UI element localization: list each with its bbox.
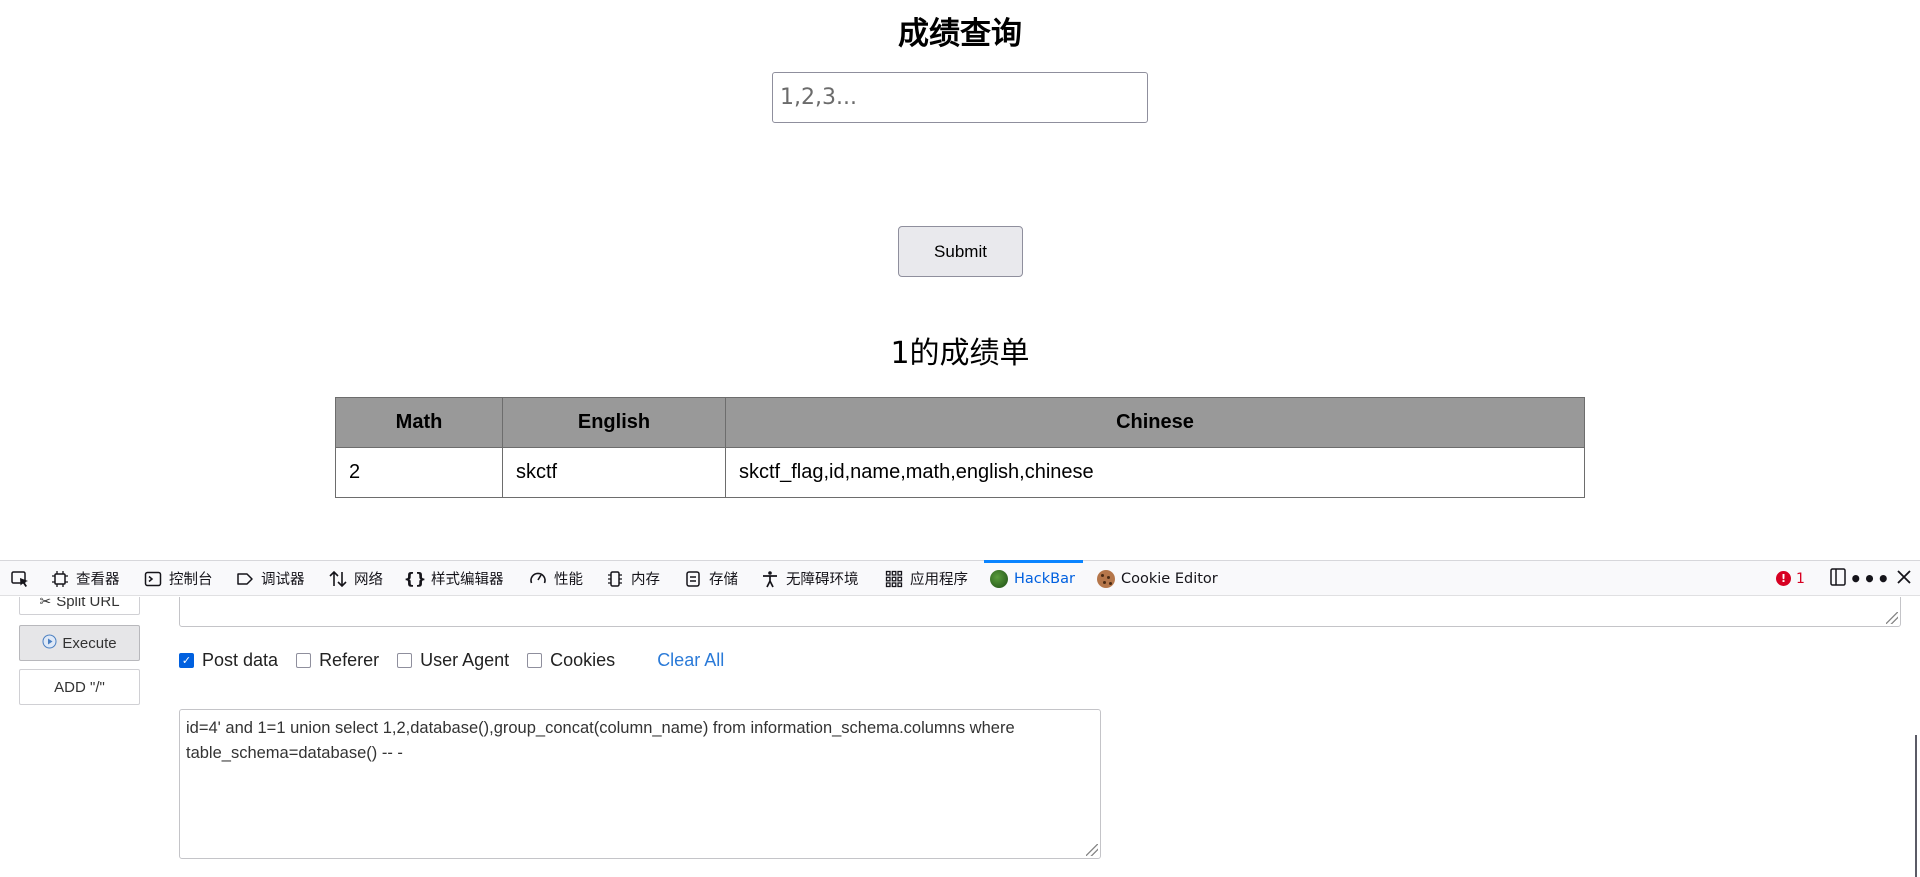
option-label: Referer [319,649,380,670]
tab-label: 应用程序 [910,572,968,588]
error-count: 1 [1796,570,1805,587]
responsive-design-icon [1828,567,1848,591]
tab-performance[interactable]: 性能 [528,561,583,596]
tab-hackbar[interactable]: HackBar [984,560,1083,596]
tab-cookie-editor[interactable]: Cookie Editor [1097,561,1218,596]
tab-label: 无障碍环境 [786,572,859,588]
cookie-icon [1097,569,1115,588]
resize-handle[interactable] [1886,612,1898,624]
option-label: Cookies [550,649,616,670]
more-icon: ••• [1849,566,1891,591]
tab-label: Cookie Editor [1121,570,1218,587]
accessibility-icon [760,569,780,589]
console-icon [143,569,163,589]
table-row: 2 skctf skctf_flag,id,name,math,english,… [335,447,1585,498]
tab-debugger[interactable]: 调试器 [235,561,305,596]
column-header-math: Math [335,397,503,448]
tab-style-editor[interactable]: {} 样式编辑器 [403,561,504,596]
user-agent-option[interactable]: User Agent [397,650,509,671]
table-header-row: Math English Chinese [335,397,1585,448]
tab-label: HackBar [1014,570,1075,587]
scores-table: Math English Chinese 2 skctf skctf_flag,… [335,397,1585,498]
tab-console[interactable]: 控制台 [143,561,213,596]
options-row: ✓ Post data Referer User Agent Cookies C… [179,648,724,672]
scrollbar[interactable] [1915,735,1917,877]
tab-storage[interactable]: 存储 [683,561,738,596]
column-header-chinese: Chinese [725,397,1585,448]
post-data-option[interactable]: ✓ Post data [179,650,278,671]
more-options-button[interactable]: ••• [1849,561,1889,596]
cell-english: skctf [502,447,726,498]
referer-option[interactable]: Referer [296,650,379,671]
add-slash-button[interactable]: ADD "/" [19,669,140,705]
post-data-text: id=4' and 1=1 union select 1,2,database(… [186,719,1015,762]
referer-checkbox[interactable] [296,652,312,668]
error-count-badge[interactable]: ! 1 [1776,561,1805,596]
execute-label: Execute [62,634,117,652]
add-slash-label: ADD "/" [54,678,105,696]
hackbar-panel: ✂ Split URL Execute ADD "/" ✓ Post data … [0,597,1920,877]
scissors-icon: ✂ [39,597,52,609]
element-picker-button[interactable] [10,561,30,596]
tab-label: 样式编辑器 [431,572,504,588]
page-title: 成绩查询 [898,16,1022,52]
close-icon [1896,569,1912,589]
clear-all-link[interactable]: Clear All [657,650,724,671]
cookies-option[interactable]: Cookies [527,650,615,671]
url-textarea[interactable] [179,597,1901,627]
tab-label: 性能 [554,572,583,588]
network-icon [328,569,348,589]
result-title: 1的成绩单 [890,336,1030,371]
tab-label: 存储 [709,572,738,588]
web-page: 成绩查询 Submit 1的成绩单 Math English Chinese 2… [0,0,1920,560]
submit-button[interactable]: Submit [898,226,1023,277]
tab-memory[interactable]: 内存 [605,561,660,596]
tab-application[interactable]: 应用程序 [884,561,968,596]
debugger-icon [235,569,255,589]
cell-math: 2 [335,447,503,498]
resize-handle[interactable] [1086,844,1098,856]
column-header-english: English [502,397,726,448]
application-icon [884,569,904,589]
tab-label: 控制台 [169,572,213,588]
option-label: User Agent [420,649,510,670]
cell-chinese: skctf_flag,id,name,math,english,chinese [725,447,1585,498]
tab-label: 查看器 [76,572,120,588]
cookies-checkbox[interactable] [527,652,543,668]
close-devtools-button[interactable] [1892,561,1916,596]
id-input[interactable] [772,72,1148,123]
split-url-button[interactable]: ✂ Split URL [19,597,140,615]
element-picker-icon [10,569,30,589]
execute-button[interactable]: Execute [19,625,140,661]
tab-label: 网络 [354,572,383,588]
post-data-checkbox[interactable]: ✓ [179,652,194,668]
performance-icon [528,569,548,589]
play-icon [42,634,57,653]
tab-label: 调试器 [261,572,305,588]
post-data-textarea[interactable]: id=4' and 1=1 union select 1,2,database(… [179,709,1101,859]
devtools-panel: 查看器 控制台 调试器 网络 {} 样式编辑器 性能 内存 存储 无障碍环境 应… [0,560,1920,877]
dock-toggle-button[interactable] [1826,561,1850,596]
tab-network[interactable]: 网络 [328,561,383,596]
tab-inspector[interactable]: 查看器 [50,561,120,596]
split-url-label: Split URL [56,597,120,610]
error-icon: ! [1776,571,1791,586]
style-editor-icon: {} [403,569,427,588]
devtools-toolbar: 查看器 控制台 调试器 网络 {} 样式编辑器 性能 内存 存储 无障碍环境 应… [0,560,1920,596]
hackbar-icon [990,569,1008,588]
inspector-icon [50,569,70,589]
tab-accessibility[interactable]: 无障碍环境 [760,561,859,596]
storage-icon [683,569,703,589]
option-label: Post data [202,649,279,670]
user-agent-checkbox[interactable] [397,652,413,668]
memory-icon [605,569,625,589]
tab-label: 内存 [631,572,660,588]
